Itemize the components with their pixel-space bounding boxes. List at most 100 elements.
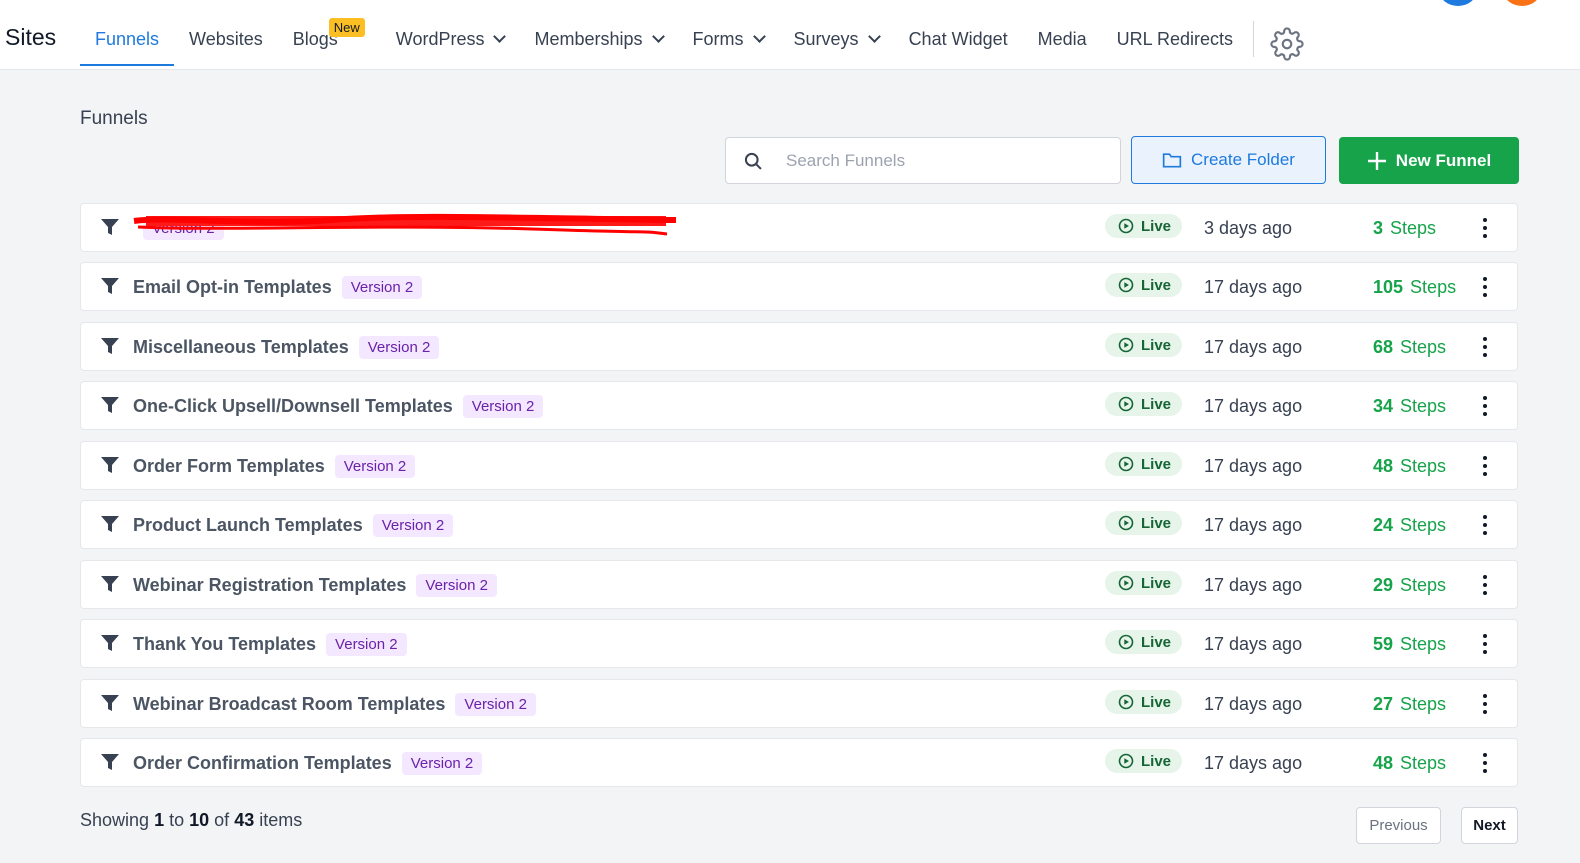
funnel-row[interactable]: Miscellaneous Templates Version 2 Live 17 d… (80, 322, 1518, 371)
funnel-icon (101, 278, 119, 294)
funnel-name-cell[interactable]: Webinar Broadcast Room Templates Version … (133, 693, 536, 716)
status-badge: Live (1105, 749, 1182, 773)
steps-label: Steps (1410, 277, 1457, 297)
tab-url-redirects[interactable]: URL Redirects (1102, 0, 1248, 68)
next-button[interactable]: Next (1461, 807, 1518, 844)
steps-count[interactable]: 48 Steps (1373, 456, 1446, 477)
play-circle-icon (1118, 218, 1134, 234)
more-options-icon[interactable] (1477, 393, 1493, 419)
funnel-row[interactable]: Email Opt-in Templates Version 2 Live 17 da… (80, 262, 1518, 311)
more-options-icon[interactable] (1477, 274, 1493, 300)
status-label: Live (1141, 574, 1172, 592)
tab-forms[interactable]: Forms (678, 0, 779, 68)
range-from: 1 (154, 810, 165, 830)
top-navigation: Sites Funnels Websites Blogs New WordPres… (0, 0, 1580, 70)
status-badge: Live (1105, 392, 1182, 416)
funnel-row[interactable]: Thank You Templates Version 2 Live 17 days … (80, 619, 1518, 668)
status-label: Live (1141, 217, 1172, 235)
more-options-icon[interactable] (1477, 334, 1493, 360)
updated-date: 17 days ago (1204, 575, 1303, 595)
funnel-name[interactable]: Thank You Templates (133, 634, 316, 655)
funnel-row[interactable]: Webinar Registration Templates Version 2 L… (80, 560, 1518, 609)
tab-label: Funnels (95, 29, 160, 49)
page-title: Funnels (80, 108, 148, 129)
funnel-name-cell[interactable]: Order Confirmation Templates Version 2 (133, 752, 483, 775)
steps-label: Steps (1400, 396, 1447, 416)
more-options-icon[interactable] (1477, 215, 1493, 241)
steps-count[interactable]: 68 Steps (1373, 337, 1446, 358)
funnel-row[interactable]: Version 2 Live 3 days ago 3 Steps (80, 203, 1518, 252)
steps-count[interactable]: 59 Steps (1373, 634, 1446, 655)
tab-media[interactable]: Media (1023, 0, 1102, 68)
tab-websites[interactable]: Websites (174, 0, 278, 68)
steps-count[interactable]: 105 Steps (1373, 277, 1456, 298)
funnel-row[interactable]: Order Confirmation Templates Version 2 Liv… (80, 738, 1518, 787)
funnel-row[interactable]: Order Form Templates Version 2 Live 17 days… (80, 441, 1518, 490)
search-input[interactable] (786, 150, 1086, 171)
play-circle-icon (1118, 515, 1134, 531)
updated-date: 17 days ago (1204, 634, 1303, 654)
steps-count[interactable]: 29 Steps (1373, 575, 1446, 596)
steps-number: 34 (1373, 396, 1394, 416)
updated-date: 17 days ago (1204, 277, 1303, 297)
steps-count[interactable]: 27 Steps (1373, 694, 1446, 715)
funnel-icon (101, 754, 119, 770)
funnel-row[interactable]: Product Launch Templates Version 2 Live 17 … (80, 500, 1518, 549)
steps-count[interactable]: 24 Steps (1373, 515, 1446, 536)
funnel-name-cell[interactable]: Miscellaneous Templates Version 2 (133, 336, 440, 359)
funnel-name[interactable]: Order Form Templates (133, 456, 325, 477)
more-options-icon[interactable] (1477, 750, 1493, 776)
funnel-name[interactable]: Order Confirmation Templates (133, 753, 392, 774)
funnel-row[interactable]: One-Click Upsell/Downsell Templates Versi… (80, 381, 1518, 430)
funnel-row[interactable]: Webinar Broadcast Room Templates Version … (80, 679, 1518, 728)
funnel-name[interactable]: One-Click Upsell/Downsell Templates (133, 396, 453, 417)
tab-blogs[interactable]: Blogs New (278, 0, 365, 68)
updated-date: 17 days ago (1204, 396, 1303, 416)
new-funnel-button[interactable]: New Funnel (1339, 137, 1519, 184)
funnel-name-cell[interactable]: Thank You Templates Version 2 (133, 633, 407, 656)
funnel-icon (101, 219, 119, 235)
funnel-name-cell[interactable]: Product Launch Templates Version 2 (133, 514, 454, 537)
more-options-icon[interactable] (1477, 691, 1493, 717)
steps-count[interactable]: 3 Steps (1373, 218, 1436, 239)
steps-number: 27 (1373, 694, 1394, 714)
funnel-name[interactable]: Email Opt-in Templates (133, 277, 332, 298)
status-label: Live (1141, 752, 1172, 770)
avatar[interactable] (1440, 0, 1476, 6)
to-word: to (169, 810, 185, 830)
funnel-name-cell[interactable]: Order Form Templates Version 2 (133, 455, 416, 478)
more-options-icon[interactable] (1477, 512, 1493, 538)
status-label: Live (1141, 693, 1172, 711)
steps-label: Steps (1400, 634, 1447, 654)
previous-button[interactable]: Previous (1356, 807, 1441, 844)
tab-chat-widget[interactable]: Chat Widget (894, 0, 1023, 68)
funnel-name-cell[interactable]: Webinar Registration Templates Version 2 (133, 574, 497, 597)
funnel-name[interactable]: Webinar Registration Templates (133, 575, 406, 596)
avatar[interactable] (1504, 0, 1540, 6)
steps-label: Steps (1400, 694, 1447, 714)
tab-label: Chat Widget (908, 29, 1008, 49)
tab-funnels[interactable]: Funnels (80, 0, 175, 68)
gear-icon[interactable] (1270, 24, 1304, 64)
funnel-name-cell[interactable]: One-Click Upsell/Downsell Templates Versi… (133, 395, 544, 418)
steps-count[interactable]: 48 Steps (1373, 753, 1446, 774)
funnel-name[interactable]: Miscellaneous Templates (133, 337, 349, 358)
tab-memberships[interactable]: Memberships (519, 0, 677, 68)
steps-label: Steps (1400, 753, 1447, 773)
showing-prefix: Showing (80, 810, 150, 830)
funnel-name[interactable]: Webinar Broadcast Room Templates (133, 694, 445, 715)
more-options-icon[interactable] (1477, 631, 1493, 657)
of-word: of (214, 810, 230, 830)
funnel-name-cell[interactable]: Version 2 (133, 217, 224, 240)
funnel-name[interactable]: Product Launch Templates (133, 515, 363, 536)
more-options-icon[interactable] (1477, 572, 1493, 598)
tab-wordpress[interactable]: WordPress (381, 0, 520, 68)
funnel-name-cell[interactable]: Email Opt-in Templates Version 2 (133, 276, 423, 299)
steps-label: Steps (1400, 456, 1447, 476)
create-folder-button[interactable]: Create Folder (1131, 136, 1326, 184)
more-options-icon[interactable] (1477, 453, 1493, 479)
steps-label: Steps (1390, 218, 1437, 238)
steps-count[interactable]: 34 Steps (1373, 396, 1446, 417)
tab-surveys[interactable]: Surveys (779, 0, 894, 68)
status-label: Live (1141, 514, 1172, 532)
